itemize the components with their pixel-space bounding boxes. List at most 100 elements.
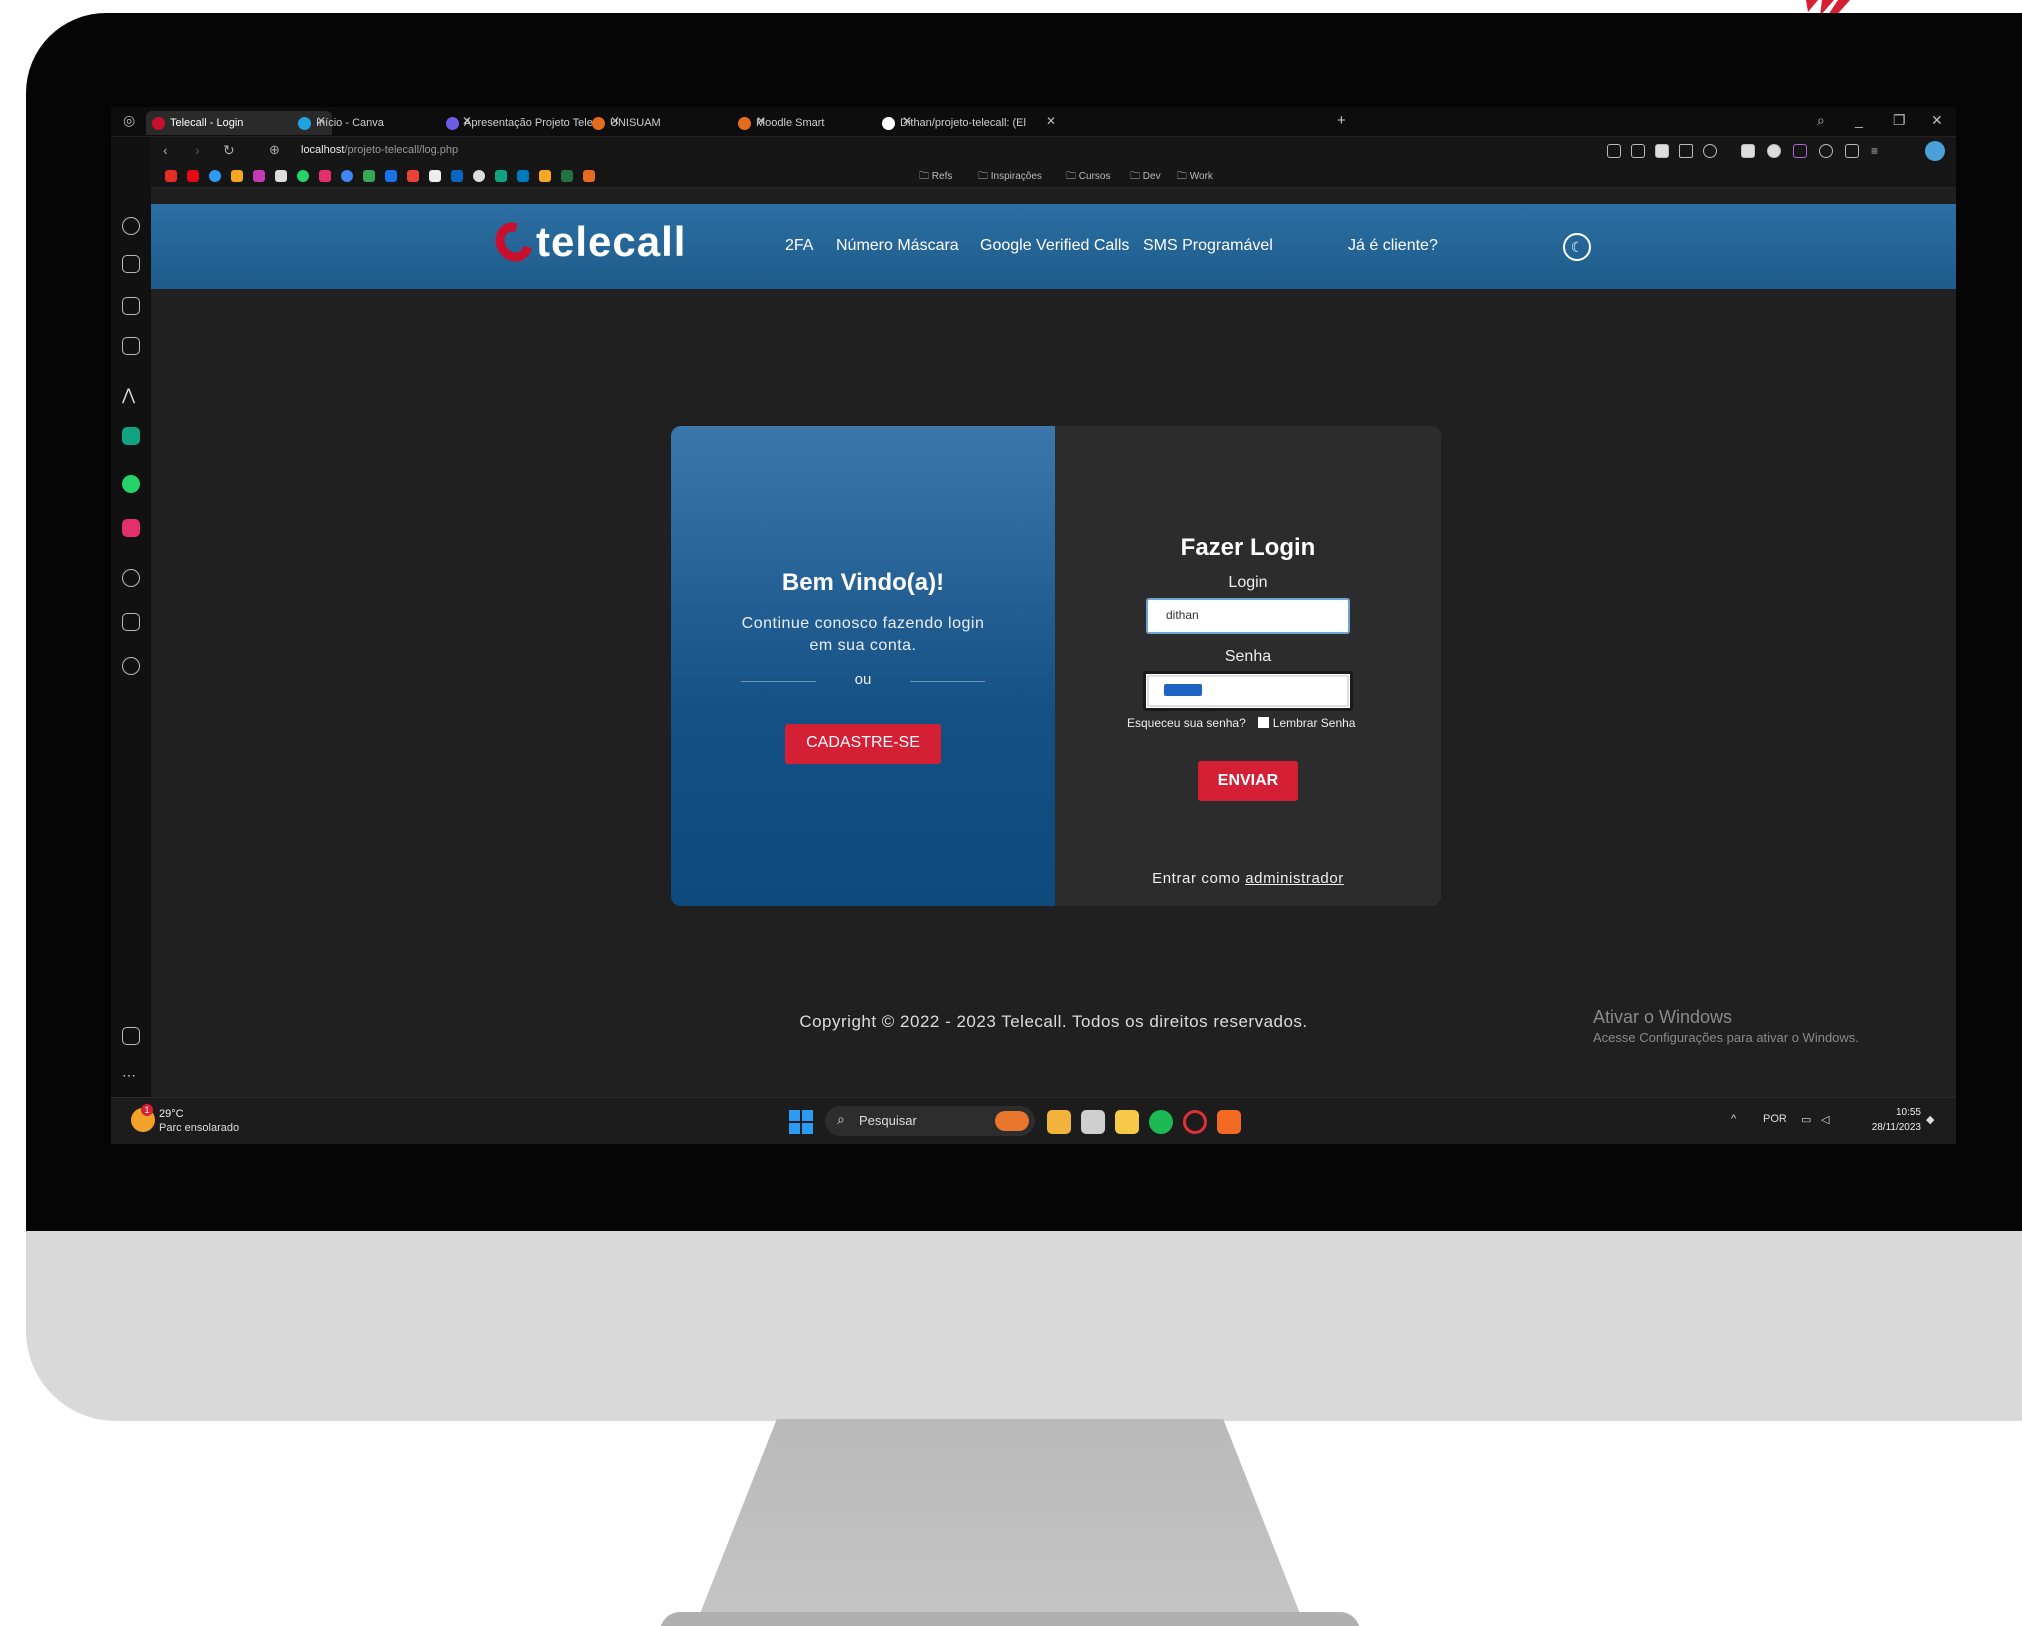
submit-button[interactable]: ENVIAR — [1198, 761, 1298, 801]
chrome-bookmark-icon[interactable] — [341, 170, 353, 182]
reload-icon[interactable]: ↻ — [223, 142, 235, 159]
menu-lines-icon[interactable]: ≡ — [1871, 144, 1885, 158]
chatgpt-icon[interactable] — [122, 427, 140, 445]
vpn-icon[interactable] — [1767, 144, 1781, 158]
theme-toggle-icon[interactable]: ☾ — [1563, 233, 1591, 261]
nav-link-sms-programavel[interactable]: SMS Programável — [1143, 237, 1273, 255]
shield-icon[interactable] — [1655, 144, 1669, 158]
search-tabs-icon[interactable]: ⌕ — [1817, 112, 1825, 129]
settings-icon[interactable] — [122, 657, 140, 675]
close-window-icon[interactable]: ✕ — [1931, 112, 1943, 129]
opera-taskbar-icon[interactable] — [1183, 1110, 1207, 1134]
copilot-taskbar-icon[interactable] — [1047, 1110, 1071, 1134]
github-bookmark-icon[interactable] — [473, 170, 485, 182]
password-input[interactable] — [1143, 671, 1353, 711]
bookmark-folder[interactable]: 🗀 Work — [1177, 169, 1213, 186]
tab-title: Moodle Smart — [756, 117, 825, 129]
cube-icon[interactable] — [1819, 144, 1833, 158]
recycle-icon[interactable] — [1741, 144, 1755, 158]
ai-icon[interactable] — [122, 337, 140, 355]
more-icon[interactable]: ⋯ — [122, 1067, 140, 1085]
nav-link-google-verified-calls[interactable]: Google Verified Calls — [980, 237, 1129, 255]
bookmark-folder[interactable]: 🗀 Cursos — [1066, 169, 1110, 186]
url-field[interactable]: localhost/projeto-telecall/log.php — [301, 144, 458, 156]
file-explorer-taskbar-icon[interactable] — [1115, 1110, 1139, 1134]
instagram-icon[interactable] — [122, 519, 140, 537]
tab-favicon-icon — [152, 116, 165, 130]
nav-link-2fa[interactable]: 2FA — [785, 237, 813, 255]
bookmark-folder[interactable]: 🗀 Refs — [919, 169, 952, 186]
store-icon[interactable] — [122, 255, 140, 273]
drive-bookmark-icon[interactable] — [385, 170, 397, 182]
camera-icon[interactable] — [1631, 144, 1645, 158]
admin-login-link[interactable]: administrador — [1245, 870, 1344, 887]
client-link[interactable]: Já é cliente? — [1348, 237, 1438, 255]
new-tab-button[interactable]: + — [1337, 112, 1346, 129]
forgot-password-link[interactable]: Esqueceu sua senha? — [1127, 716, 1246, 730]
login-input[interactable]: dithan — [1146, 598, 1350, 634]
docs-bookmark-icon[interactable] — [275, 170, 287, 182]
keep-bookmark-icon[interactable] — [539, 170, 551, 182]
history-icon[interactable] — [122, 569, 140, 587]
telecall-logo[interactable]: telecall — [488, 215, 686, 269]
browser-sidebar: ⋀ ⋯ — [111, 137, 151, 1127]
wallpaper-icon[interactable] — [122, 1027, 140, 1045]
trello-bookmark-icon[interactable] — [517, 170, 529, 182]
heart-icon[interactable] — [1703, 144, 1717, 158]
radio-icon[interactable] — [1793, 144, 1807, 158]
bookmark-folder[interactable]: 🗀 Dev — [1130, 169, 1161, 186]
gmail-bookmark-icon[interactable] — [407, 170, 419, 182]
chatgpt-bookmark-icon[interactable] — [495, 170, 507, 182]
tray-chevron-icon[interactable]: ^ — [1731, 1113, 1736, 1125]
network-icon[interactable]: ▭ — [1801, 1113, 1811, 1126]
speed-dial-icon[interactable] — [122, 217, 140, 235]
taskbar-clock[interactable]: 10:55 28/11/2023 — [1855, 1105, 1921, 1135]
password-selection — [1164, 684, 1202, 696]
volume-icon[interactable]: ◁ — [1821, 1113, 1829, 1126]
language-indicator[interactable]: POR — [1763, 1113, 1787, 1125]
bookmark-icon[interactable] — [429, 170, 441, 182]
register-button[interactable]: CADASTRE-SE — [785, 724, 941, 764]
send-icon[interactable] — [1679, 144, 1693, 158]
bookmark-icon[interactable] — [209, 170, 221, 182]
aria-icon[interactable]: ⋀ — [122, 385, 140, 404]
spotify-taskbar-icon[interactable] — [1149, 1110, 1173, 1134]
site-info-icon[interactable]: ⊕ — [269, 142, 280, 158]
whatsapp-bookmark-icon[interactable] — [297, 170, 309, 182]
tab-close-icon[interactable]: ✕ — [1046, 114, 1056, 128]
minimize-icon[interactable]: _ — [1855, 112, 1863, 128]
browser-menu-icon[interactable]: ◎ — [123, 112, 135, 129]
remember-checkbox[interactable] — [1257, 717, 1269, 728]
forward-icon[interactable]: › — [195, 142, 200, 158]
netflix-bookmark-icon[interactable] — [187, 170, 199, 182]
bookmark-folder[interactable]: 🗀 Inspirações — [978, 169, 1042, 186]
linkedin-bookmark-icon[interactable] — [451, 170, 463, 182]
twitch-bookmark-icon[interactable] — [253, 170, 265, 182]
maximize-icon[interactable]: ❐ — [1893, 112, 1906, 129]
task-view-taskbar-icon[interactable] — [1081, 1110, 1105, 1134]
windows-start-icon[interactable] — [789, 1110, 813, 1134]
back-icon[interactable]: ‹ — [163, 142, 168, 158]
extensions-icon[interactable] — [122, 613, 140, 631]
nav-link-numero-mascara[interactable]: Número Máscara — [836, 237, 959, 255]
twitch-icon[interactable] — [122, 297, 140, 315]
sheets-bookmark-icon[interactable] — [561, 170, 573, 182]
star-bookmark-icon[interactable] — [231, 170, 243, 182]
bookmark-folder-label: Work — [1189, 171, 1213, 182]
youtube-bookmark-icon[interactable] — [165, 170, 177, 182]
monitor-stand-base — [660, 1612, 1360, 1626]
profile-avatar[interactable] — [1925, 141, 1945, 161]
weather-desc: Parc ensolarado — [159, 1122, 240, 1134]
browser-tab[interactable]: Dithan/projeto-telecall: (El ✕ — [876, 111, 1062, 135]
xampp-taskbar-icon[interactable] — [1217, 1110, 1241, 1134]
maps-bookmark-icon[interactable] — [363, 170, 375, 182]
unisuam-bookmark-icon[interactable] — [583, 170, 595, 182]
weather-badge: 1 — [141, 1104, 153, 1116]
download-icon[interactable] — [1845, 144, 1859, 158]
snapshot-icon[interactable] — [1607, 144, 1621, 158]
instagram-bookmark-icon[interactable] — [319, 170, 331, 182]
tab-favicon-icon — [298, 116, 311, 130]
notification-bell-icon[interactable]: ◆ — [1926, 1113, 1934, 1126]
taskbar-search[interactable]: ⌕ Pesquisar — [825, 1106, 1035, 1136]
whatsapp-icon[interactable] — [122, 475, 140, 493]
